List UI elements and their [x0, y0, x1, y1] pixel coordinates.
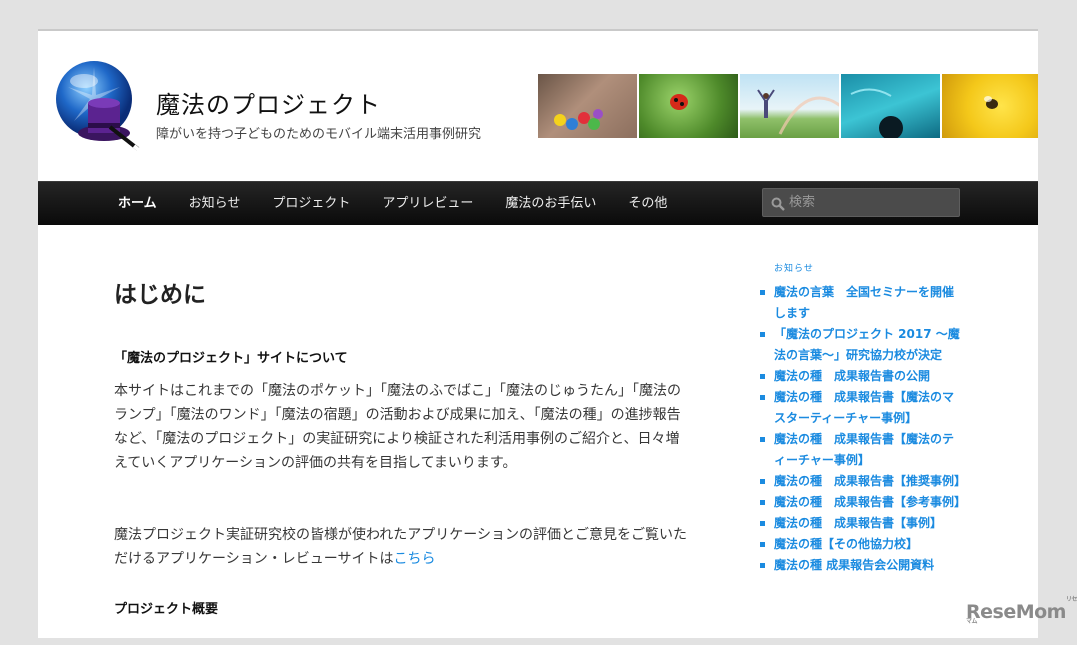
intro-paragraph: 本サイトはこれまでの「魔法のポケット」「魔法のふでばこ」「魔法のじゅうたん」「魔…	[114, 383, 681, 471]
bullet-icon	[760, 479, 765, 484]
nav-item-home[interactable]: ホーム	[102, 182, 173, 225]
nav-item-project[interactable]: プロジェクト	[256, 182, 366, 225]
news-item[interactable]: 魔法の種【その他協力校】	[760, 534, 960, 555]
header-image-aquarium	[841, 74, 940, 138]
bullet-icon	[760, 563, 765, 568]
news-item[interactable]: 魔法の種 成果報告書【参考事例】	[760, 492, 966, 513]
bullet-icon	[760, 521, 765, 526]
header-image-ladybug	[639, 74, 738, 138]
header-image-girl-rainbow	[740, 74, 839, 138]
news-item[interactable]: 魔法の言葉 全国セミナーを開催します	[760, 282, 960, 324]
bullet-icon	[760, 437, 765, 442]
sidebar: お知らせ 魔法の言葉 全国セミナーを開催します 「魔法のプロジェクト 2017 …	[760, 261, 966, 576]
news-list: 魔法の言葉 全国セミナーを開催します 「魔法のプロジェクト 2017 〜魔法の言…	[760, 282, 966, 576]
main-navigation: ホーム お知らせ プロジェクト アプリレビュー 魔法のお手伝い その他	[38, 181, 1038, 225]
news-item[interactable]: 魔法の種 成果報告書【推奨事例】	[760, 471, 966, 492]
bullet-icon	[760, 290, 765, 295]
resemom-watermark-logo: ReseMomリセマム	[966, 595, 1077, 625]
nav-item-app-review[interactable]: アプリレビュー	[366, 182, 489, 225]
news-item[interactable]: 魔法の種 成果報告書【魔法のティーチャー事例】	[760, 429, 960, 471]
page-container: 魔法のプロジェクト 障がいを持つ子どものためのモバイル端末活用事例研究 ホーム …	[38, 29, 1038, 638]
header-image-bee-flower	[942, 74, 1038, 138]
page-title: はじめに	[114, 282, 206, 308]
search-icon	[771, 196, 785, 211]
nav-item-help[interactable]: 魔法のお手伝い	[489, 182, 612, 225]
review-site-link[interactable]: こちら	[393, 551, 435, 567]
nav-item-news[interactable]: お知らせ	[173, 182, 257, 225]
search-input[interactable]	[789, 189, 955, 216]
bullet-icon	[760, 395, 765, 400]
section-heading-about: 「魔法のプロジェクト」サイトについて	[114, 351, 348, 366]
news-item[interactable]: 魔法の種 成果報告書【魔法のマスターティーチャー事例】	[760, 387, 960, 429]
bullet-icon	[760, 542, 765, 547]
news-item[interactable]: 「魔法のプロジェクト 2017 〜魔法の言葉〜」研究協力校が決定	[760, 324, 960, 366]
review-paragraph: 魔法プロジェクト実証研究校の皆様が使われたアプリケーションの評価とご意見をご覧い…	[114, 523, 689, 571]
site-logo-icon[interactable]	[50, 57, 146, 153]
site-description: 障がいを持つ子どものためのモバイル端末活用事例研究	[156, 127, 482, 142]
bullet-icon	[760, 374, 765, 379]
section-heading-overview: プロジェクト概要	[114, 602, 219, 617]
nav-item-other[interactable]: その他	[612, 182, 683, 225]
widget-title-news: お知らせ	[774, 264, 814, 274]
site-title[interactable]: 魔法のプロジェクト	[156, 85, 381, 120]
header-image-hands-candies	[538, 74, 637, 138]
nav-menu: ホーム お知らせ プロジェクト アプリレビュー 魔法のお手伝い その他	[102, 182, 683, 225]
bullet-icon	[760, 332, 765, 337]
bullet-icon	[760, 500, 765, 505]
news-item[interactable]: 魔法の種 成果報告書の公開	[760, 366, 960, 387]
main-content: はじめに 「魔法のプロジェクト」サイトについて 本サイトはこれまでの「魔法のポケ…	[114, 275, 689, 617]
search-box[interactable]	[762, 188, 960, 217]
news-item[interactable]: 魔法の種 成果報告書【事例】	[760, 513, 960, 534]
header-image-strip	[538, 74, 1038, 138]
news-item[interactable]: 魔法の種 成果報告会公開資料	[760, 555, 960, 576]
